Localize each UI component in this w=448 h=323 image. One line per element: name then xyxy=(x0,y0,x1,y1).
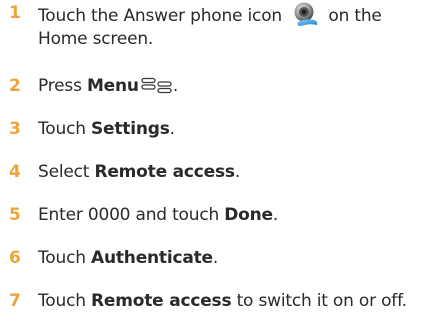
step-text-line2: Home screen. xyxy=(38,29,154,49)
step-text-after: . xyxy=(234,162,241,182)
step-text: Touch the Answer phone icon on the xyxy=(38,1,382,28)
step-text-after: . xyxy=(272,205,279,225)
step-text-after: to switch it on or off. xyxy=(231,291,407,311)
step-number: 5 xyxy=(9,205,21,225)
step-text: Touch Authenticate. xyxy=(38,246,218,270)
step-number: 6 xyxy=(9,248,21,268)
menu-icon xyxy=(141,77,173,95)
step-number: 1 xyxy=(9,3,21,23)
done-label: Done xyxy=(224,205,273,225)
step-number: 7 xyxy=(9,291,21,311)
step-text-after: . xyxy=(172,76,179,96)
step-1: 1 Touch the Answer phone icon on the Hom… xyxy=(0,1,448,51)
step-text-before: Touch xyxy=(38,291,91,311)
settings-label: Settings xyxy=(91,119,170,139)
step-text: Touch Settings. xyxy=(38,117,175,141)
answer-phone-icon xyxy=(292,1,320,27)
step-text: Select Remote access. xyxy=(38,160,240,184)
menu-key-label: Menu xyxy=(86,76,139,96)
step-text: Enter 0000 and touch Done. xyxy=(38,203,278,227)
step-text-after: on the xyxy=(323,6,382,26)
step-number: 4 xyxy=(9,162,21,182)
step-text-before: Press xyxy=(38,76,87,96)
step-text-before: Enter 0000 and touch xyxy=(38,205,225,225)
step-text-before: Select xyxy=(38,162,95,182)
step-text-after: . xyxy=(169,119,175,139)
step-text-before: Touch the Answer phone icon xyxy=(38,6,288,26)
step-text-before: Touch xyxy=(38,119,91,139)
instruction-steps: 1 Touch the Answer phone icon on the Hom… xyxy=(0,0,448,323)
step-text-after: . xyxy=(212,248,219,268)
step-number: 2 xyxy=(9,76,21,96)
step-text-before: Touch xyxy=(38,248,91,268)
step-number: 3 xyxy=(9,119,21,139)
authenticate-label: Authenticate xyxy=(91,248,213,268)
remote-access-label: Remote access xyxy=(94,162,235,182)
step-text: Press Menu . xyxy=(38,74,178,98)
step-text: Touch Remote access to switch it on or o… xyxy=(38,289,407,313)
remote-access-label: Remote access xyxy=(91,291,232,311)
